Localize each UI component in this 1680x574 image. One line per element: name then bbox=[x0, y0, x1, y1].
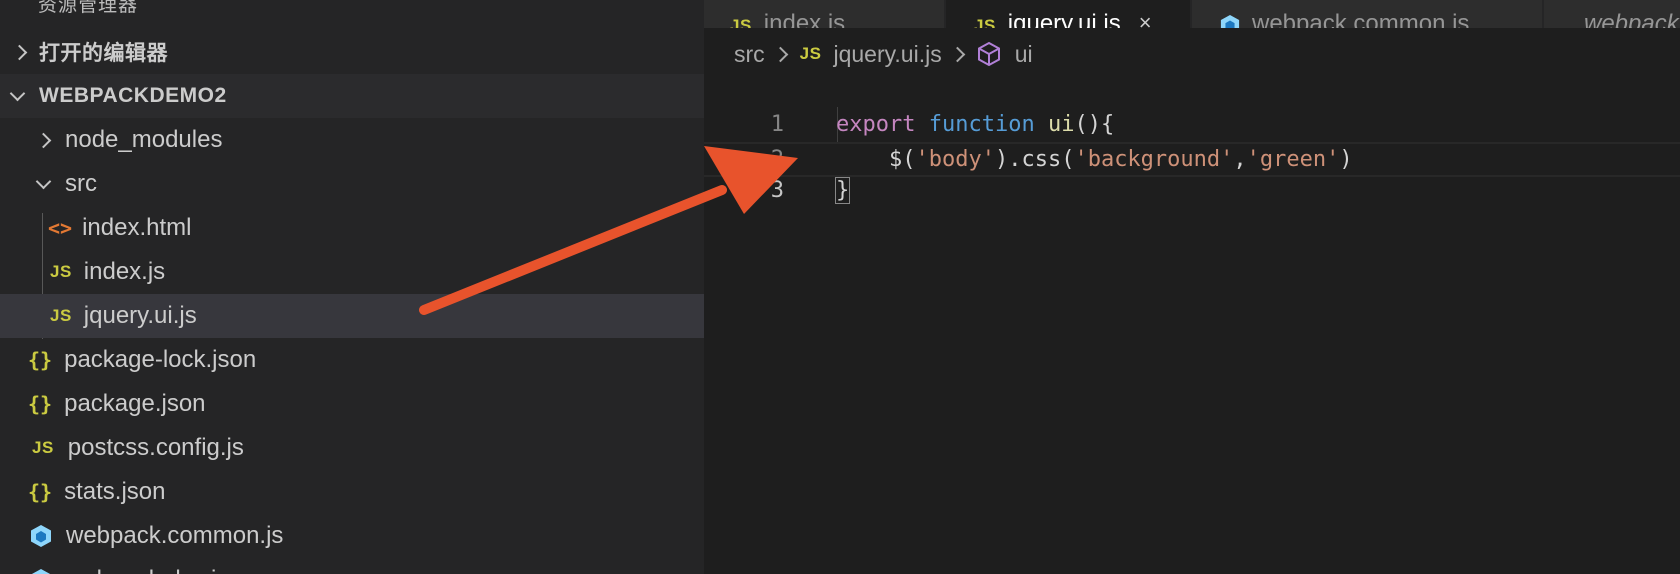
code-line-current: 3} bbox=[704, 142, 1680, 204]
breadcrumb-folder[interactable]: src bbox=[734, 41, 765, 68]
tree-item-label: package-lock.json bbox=[64, 346, 257, 373]
tree-item-label: webpack.common.js bbox=[66, 522, 284, 549]
tree-item-node-modules[interactable]: node_modules bbox=[0, 118, 704, 162]
tree-item-src[interactable]: src bbox=[0, 162, 704, 206]
tab-label: index.js bbox=[763, 10, 846, 28]
code-line: 2 $('body').css('background','green') bbox=[704, 107, 1680, 172]
tab-label: jquery.ui.js bbox=[1007, 10, 1121, 28]
editor-area: JS index.js JS jquery.ui.js × webpack.co… bbox=[704, 0, 1680, 574]
tree-item-stats-json[interactable]: {} stats.json bbox=[0, 470, 704, 514]
webpack-cube-icon bbox=[31, 525, 51, 547]
explorer-title: 资源管理器 bbox=[38, 0, 139, 16]
tree-item-label: package.json bbox=[64, 390, 206, 417]
html-file-icon: <> bbox=[48, 216, 73, 240]
json-file-icon: {} bbox=[28, 392, 53, 416]
tab-webpack-dev-js[interactable]: webpack.dev.js bbox=[1544, 0, 1680, 28]
js-file-icon: JS bbox=[50, 262, 72, 281]
project-section[interactable]: WEBPACKDEMO2 bbox=[0, 74, 704, 118]
chevron-right-icon bbox=[35, 132, 52, 148]
tree-item-webpack-dev-js[interactable]: webpack.dev.js bbox=[0, 558, 704, 574]
tab-webpack-common-js[interactable]: webpack.common.js bbox=[1192, 0, 1542, 28]
open-editors-label: 打开的编辑器 bbox=[39, 42, 168, 65]
close-icon[interactable]: × bbox=[1139, 10, 1152, 28]
json-file-icon: {} bbox=[28, 348, 53, 372]
chevron-right-icon bbox=[949, 46, 965, 62]
explorer-sidebar: 资源管理器 打开的编辑器 WEBPACKDEMO2 node_modules s… bbox=[0, 0, 704, 574]
js-file-icon: JS bbox=[730, 16, 752, 28]
tab-jquery-ui-js[interactable]: JS jquery.ui.js × bbox=[946, 0, 1190, 28]
tree-item-package-json[interactable]: {} package.json bbox=[0, 382, 704, 426]
chevron-down-icon bbox=[9, 85, 26, 101]
breadcrumb-symbol[interactable]: ui bbox=[1015, 41, 1033, 68]
tree-item-label: webpack.dev.js bbox=[66, 566, 228, 574]
open-editors-section[interactable]: 打开的编辑器 bbox=[0, 30, 704, 74]
breadcrumb-file[interactable]: jquery.ui.js bbox=[833, 41, 941, 68]
line-number: 3 bbox=[770, 178, 784, 203]
json-file-icon: {} bbox=[28, 480, 53, 504]
tab-bar: JS index.js JS jquery.ui.js × webpack.co… bbox=[704, 0, 1680, 28]
tree-item-label: postcss.config.js bbox=[67, 434, 244, 461]
tab-index-js[interactable]: JS index.js bbox=[704, 0, 944, 28]
js-file-icon: JS bbox=[32, 438, 54, 457]
tree-item-index-html[interactable]: <> index.html bbox=[0, 206, 704, 250]
tree-item-index-js[interactable]: JS index.js bbox=[0, 250, 704, 294]
js-file-icon: JS bbox=[50, 306, 72, 325]
tree-item-webpack-common-js[interactable]: webpack.common.js bbox=[0, 514, 704, 558]
tree-item-postcss-config-js[interactable]: JS postcss.config.js bbox=[0, 426, 704, 470]
symbol-method-cube-icon bbox=[977, 41, 1000, 67]
tree-item-jquery-ui-js[interactable]: JS jquery.ui.js bbox=[0, 294, 704, 338]
tree-item-package-lock-json[interactable]: {} package-lock.json bbox=[0, 338, 704, 382]
js-file-icon: JS bbox=[799, 44, 822, 63]
code-line: 1 export function ui(){ bbox=[704, 72, 1680, 137]
tree-item-label: node_modules bbox=[65, 126, 223, 153]
tree-item-label: src bbox=[65, 170, 97, 197]
chevron-down-icon bbox=[35, 173, 52, 189]
project-name: WEBPACKDEMO2 bbox=[39, 84, 227, 107]
matching-bracket: } bbox=[834, 177, 851, 204]
tree-item-label: stats.json bbox=[64, 478, 166, 505]
tab-label: webpack.common.js bbox=[1252, 10, 1470, 28]
tab-label: webpack.dev.js bbox=[1584, 10, 1680, 28]
chevron-right-icon bbox=[11, 44, 28, 60]
tree-item-label: jquery.ui.js bbox=[83, 302, 197, 329]
webpack-cube-icon bbox=[1220, 14, 1240, 28]
tree-item-label: index.html bbox=[82, 214, 192, 241]
js-file-icon: JS bbox=[974, 16, 996, 28]
webpack-cube-icon bbox=[31, 569, 51, 574]
breadcrumb: src JS jquery.ui.js ui bbox=[734, 36, 1033, 72]
chevron-right-icon bbox=[772, 46, 788, 62]
tree-item-label: index.js bbox=[83, 258, 166, 285]
